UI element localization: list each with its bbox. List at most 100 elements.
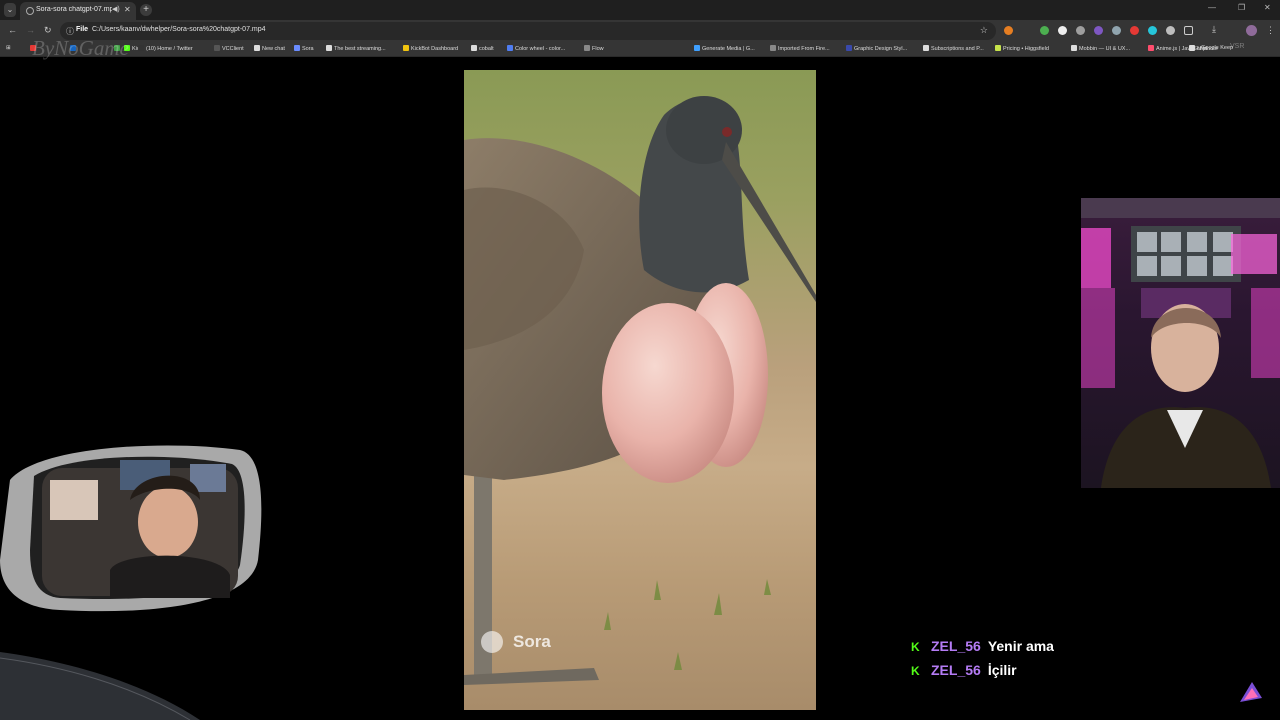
bookmark-favicon-icon [584,45,590,51]
bookmark-label: Imported From Fire... [778,46,830,52]
corner-watermark: VSR [1230,43,1245,50]
url-scheme-label: File [76,26,89,33]
bookmark-label: VCClient [222,46,244,52]
bookmark-label: Flow [592,46,604,52]
bookmark-label: Mobbin — UI & UX... [1079,46,1131,52]
tab-title: Sora-sora chatgpt-07.mp4 [36,6,112,13]
apps-grid-icon[interactable]: ⊞ [6,45,11,51]
stream-overlay-logo-icon [1240,682,1262,702]
bookmark-favicon-icon [770,45,776,51]
chat-text: İçilir [987,662,1017,678]
bookmark-label: Graphic Design Styl... [854,46,908,52]
bookmark-favicon-icon [694,45,700,51]
bookmark-label: Pricing • Higgsfield [1003,46,1049,52]
bookmark-favicon-icon [507,45,513,51]
extension-icon[interactable] [1094,26,1103,35]
bookmark-favicon-icon [254,45,260,51]
bookmark-item[interactable]: Graphic Design Styl... [846,45,907,52]
bookmark-favicon-icon [138,45,144,51]
extension-icon[interactable] [1058,26,1067,35]
bookmark-item[interactable]: Google Keep [1201,45,1233,51]
bookmark-favicon-icon [846,45,852,51]
extension-icon[interactable] [1112,26,1121,35]
bookmark-label: New chat [262,46,285,52]
bookmark-item[interactable]: Color wheel - color... [507,45,565,52]
bookmark-label: Color wheel - color... [515,46,566,52]
bookmark-label: Subscriptions and P... [931,46,984,52]
forward-icon[interactable]: → [26,25,35,35]
tab-strip: ⌄ Sora-sora chatgpt-07.mp4 ◀) ✕ + — ❐ ✕ [0,0,1280,20]
download-icon[interactable]: ⤓ [1212,24,1221,34]
kick-logo-icon: K [911,664,920,678]
menu-kebab-icon[interactable]: ⋮ [1266,25,1275,36]
bookmark-item[interactable]: KickBot Dashboard [403,45,458,52]
bookmark-item[interactable]: Subscriptions and P... [923,45,984,52]
chat-text: Yenir ama [987,638,1054,654]
guest-webcam-mirror [0,440,262,630]
close-window-icon[interactable]: ✕ [1264,3,1271,12]
bookmark-item[interactable]: Pricing • Higgsfield [995,45,1049,52]
sora-logo-icon [481,631,503,653]
bookmark-favicon-icon [403,45,409,51]
back-icon[interactable]: ← [8,25,17,35]
chat-username: ZEL_56 [931,638,981,654]
profile-avatar[interactable] [1246,25,1257,36]
browser-toolbar: ← → ↻ ⓘ File C:/Users/kaanv/dwhelper/Sor… [0,20,1280,42]
bookmark-label: Generate Media | G... [702,46,755,52]
bookmark-item[interactable]: Flow [584,45,604,52]
bookmark-favicon-icon [294,45,300,51]
video-player[interactable]: Sora [464,70,816,710]
close-tab-icon[interactable]: ✕ [124,5,131,14]
bookmark-item[interactable]: Mobbin — UI & UX... [1071,45,1130,52]
bookmark-favicon-icon [923,45,929,51]
bookmark-favicon-icon [1071,45,1077,51]
extension-icon[interactable] [1148,26,1157,35]
bookmark-favicon-icon [1189,45,1195,51]
reload-icon[interactable]: ↻ [44,25,52,36]
extension-icon[interactable] [1076,26,1085,35]
bookmark-label: The best streaming... [334,46,386,52]
tab-search-button[interactable]: ⌄ [4,3,16,17]
sora-watermark-label: Sora [513,632,551,651]
bookmark-item[interactable]: (10) Home / Twitter [138,45,193,52]
bookmark-label: KickBot Dashboard [411,46,459,52]
tab-active[interactable]: Sora-sora chatgpt-07.mp4 ◀) ✕ [20,2,136,20]
extensions-puzzle-icon[interactable] [1184,26,1193,35]
extension-icon[interactable] [1004,26,1013,35]
extension-icon[interactable] [1130,26,1139,35]
kick-logo-icon: K [911,640,920,654]
bookmark-favicon-icon [1148,45,1154,51]
bookmark-item[interactable]: cobalt [471,45,494,52]
bookmark-label: (10) Home / Twitter [146,46,193,52]
bookmark-label: Sora [302,46,314,52]
minimize-icon[interactable]: — [1208,3,1216,12]
bookmark-item[interactable]: VCClient [214,45,244,52]
bookmark-star-icon[interactable]: ☆ [980,25,988,36]
bookmark-item[interactable]: The best streaming... [326,45,386,52]
car-dashboard-decor [0,652,200,720]
streamer-webcam [1081,198,1280,488]
bookmark-favicon-icon [995,45,1001,51]
chat-message: K ZEL_56 Yenir ama [911,638,1054,654]
bookmark-favicon-icon [214,45,220,51]
tab-favicon-icon [26,7,34,15]
bookmark-item[interactable]: Imported From Fire... [770,45,830,52]
url-text[interactable]: C:/Users/kaanv/dwhelper/Sora-sora%20chat… [92,26,266,33]
bookmark-label: cobalt [479,46,494,52]
new-tab-button[interactable]: + [140,4,152,16]
bookmark-item[interactable]: Sora [294,45,314,52]
extension-icon[interactable] [1040,26,1049,35]
bookmarks-bar: ⊞ Kick(10) Home / TwitterVCClientNew cha… [0,42,1280,57]
chat-username: ZEL_56 [931,662,981,678]
bookmark-favicon-icon [326,45,332,51]
speaker-icon[interactable]: ◀) [112,5,120,13]
bird-video-frame [464,96,816,685]
streamer-watermark: ByNoGame [32,36,129,60]
bookmark-favicon-icon [471,45,477,51]
extension-icon[interactable] [1166,26,1175,35]
bookmark-item[interactable]: New chat [254,45,285,52]
chat-message: K ZEL_56 İçilir [911,662,1017,678]
bookmark-item[interactable]: Generate Media | G... [694,45,755,52]
address-bar[interactable]: ⓘ File C:/Users/kaanv/dwhelper/Sora-sora… [60,22,996,40]
maximize-icon[interactable]: ❐ [1238,3,1245,12]
